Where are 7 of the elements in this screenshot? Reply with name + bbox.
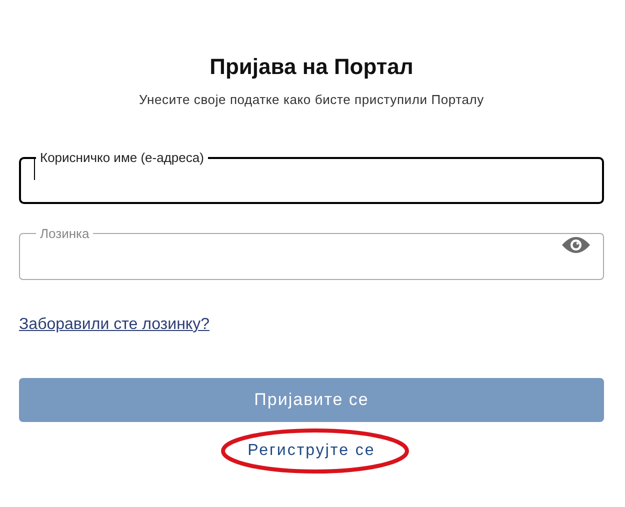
email-field[interactable]: Корисничко име (е-адреса) (19, 150, 604, 204)
eye-icon[interactable] (561, 235, 591, 255)
forgot-password-link[interactable]: Заборавили сте лозинку? (19, 316, 210, 334)
login-subtitle: Унесите своје податке како бисте приступили Порталу (138, 92, 485, 107)
text-cursor (34, 158, 35, 180)
password-field[interactable]: Лозинка (19, 226, 604, 280)
login-title: Пријава на Портал (208, 54, 414, 80)
